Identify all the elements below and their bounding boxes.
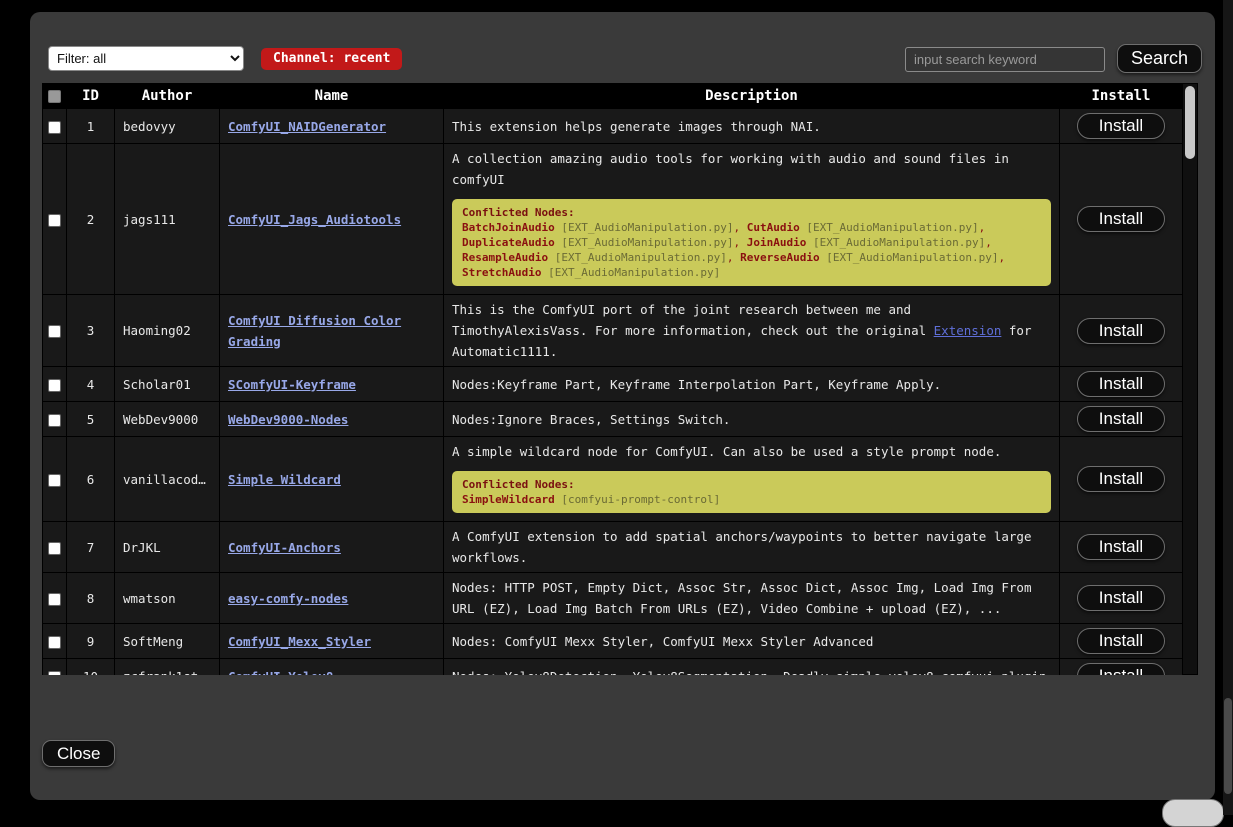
header-id: ID — [67, 84, 115, 109]
row-description: This is the ComfyUI port of the joint re… — [444, 295, 1060, 367]
conflict-warning: Conflicted Nodes:SimpleWildcard [comfyui… — [452, 471, 1051, 513]
row-description: Nodes: HTTP POST, Empty Dict, Assoc Str,… — [444, 573, 1060, 624]
table-row: 3 Haoming02 ComfyUI Diffusion Color Grad… — [43, 295, 1183, 367]
table-row: 8 wmatson easy-comfy-nodes Nodes: HTTP P… — [43, 573, 1183, 624]
background-partial-button — [1162, 799, 1224, 827]
row-description: Nodes: Yolov8Detection, Yolov8Segmentati… — [444, 659, 1060, 676]
install-button[interactable]: Install — [1077, 466, 1165, 492]
table-header-row: ID Author Name Description Install — [43, 84, 1183, 109]
row-id: 7 — [67, 522, 115, 573]
table-row: 4 Scholar01 SComfyUI-Keyframe Nodes:Keyf… — [43, 367, 1183, 402]
table-row: 7 DrJKL ComfyUI-Anchors A ComfyUI extens… — [43, 522, 1183, 573]
row-id: 8 — [67, 573, 115, 624]
row-author: zcfrank1st — [115, 659, 220, 676]
row-description: Nodes:Ignore Braces, Settings Switch. — [444, 402, 1060, 437]
row-author: Scholar01 — [115, 367, 220, 402]
table-row: 6 vanillacode314 Simple Wildcard A simpl… — [43, 437, 1183, 522]
row-checkbox[interactable] — [48, 379, 61, 392]
table-scrollbar[interactable] — [1182, 83, 1198, 675]
install-button[interactable]: Install — [1077, 534, 1165, 560]
row-id: 4 — [67, 367, 115, 402]
row-id: 2 — [67, 144, 115, 295]
table-row: 5 WebDev9000 WebDev9000-Nodes Nodes:Igno… — [43, 402, 1183, 437]
row-checkbox[interactable] — [48, 214, 61, 227]
row-description: Nodes:Keyframe Part, Keyframe Interpolat… — [444, 367, 1060, 402]
header-author: Author — [115, 84, 220, 109]
row-checkbox[interactable] — [48, 121, 61, 134]
node-name-link[interactable]: ComfyUI Yolov8 — [228, 669, 333, 676]
row-author: wmatson — [115, 573, 220, 624]
row-id: 5 — [67, 402, 115, 437]
row-description: This extension helps generate images thr… — [444, 109, 1060, 144]
close-button[interactable]: Close — [42, 740, 115, 767]
header-install: Install — [1060, 84, 1183, 109]
description-link[interactable]: Extension — [934, 323, 1002, 338]
filter-select[interactable]: Filter: all — [48, 46, 244, 71]
row-checkbox[interactable] — [48, 671, 61, 676]
channel-badge: Channel: recent — [261, 48, 402, 70]
node-name-link[interactable]: ComfyUI_Mexx_Styler — [228, 634, 371, 649]
row-checkbox[interactable] — [48, 325, 61, 338]
nodes-table: ID Author Name Description Install 1 bed… — [42, 83, 1198, 675]
install-button[interactable]: Install — [1077, 406, 1165, 432]
search-input[interactable] — [905, 47, 1105, 72]
install-button[interactable]: Install — [1077, 113, 1165, 139]
table-scrollbar-thumb[interactable] — [1185, 86, 1195, 159]
node-name-link[interactable]: ComfyUI-Anchors — [228, 540, 341, 555]
page-scrollbar[interactable] — [1223, 0, 1233, 815]
install-button[interactable]: Install — [1077, 371, 1165, 397]
header-checkbox-cell — [43, 84, 67, 109]
row-id: 1 — [67, 109, 115, 144]
install-button[interactable]: Install — [1077, 663, 1165, 675]
row-description: A collection amazing audio tools for wor… — [444, 144, 1060, 295]
row-checkbox[interactable] — [48, 414, 61, 427]
install-button[interactable]: Install — [1077, 628, 1165, 654]
table-row: 1 bedovyy ComfyUI_NAIDGenerator This ext… — [43, 109, 1183, 144]
row-id: 10 — [67, 659, 115, 676]
row-checkbox[interactable] — [48, 636, 61, 649]
install-button[interactable]: Install — [1077, 206, 1165, 232]
row-id: 6 — [67, 437, 115, 522]
row-id: 3 — [67, 295, 115, 367]
row-author: DrJKL — [115, 522, 220, 573]
row-id: 9 — [67, 624, 115, 659]
node-name-link[interactable]: ComfyUI_NAIDGenerator — [228, 119, 386, 134]
install-button[interactable]: Install — [1077, 585, 1165, 611]
row-author: Haoming02 — [115, 295, 220, 367]
row-checkbox[interactable] — [48, 593, 61, 606]
row-description: A simple wildcard node for ComfyUI. Can … — [444, 437, 1060, 522]
row-author: bedovyy — [115, 109, 220, 144]
table-row: 9 SoftMeng ComfyUI_Mexx_Styler Nodes: Co… — [43, 624, 1183, 659]
row-author: jags111 — [115, 144, 220, 295]
row-author: SoftMeng — [115, 624, 220, 659]
node-name-link[interactable]: Simple Wildcard — [228, 472, 341, 487]
node-name-link[interactable]: ComfyUI Diffusion Color Grading — [228, 313, 401, 349]
node-name-link[interactable]: easy-comfy-nodes — [228, 591, 348, 606]
install-button[interactable]: Install — [1077, 318, 1165, 344]
header-name: Name — [220, 84, 444, 109]
node-name-link[interactable]: WebDev9000-Nodes — [228, 412, 348, 427]
row-description: A ComfyUI extension to add spatial ancho… — [444, 522, 1060, 573]
nodes-table-body: 1 bedovyy ComfyUI_NAIDGenerator This ext… — [43, 109, 1183, 676]
row-author: vanillacode314 — [115, 437, 220, 522]
node-name-link[interactable]: ComfyUI_Jags_Audiotools — [228, 212, 401, 227]
row-description: Nodes: ComfyUI Mexx Styler, ComfyUI Mexx… — [444, 624, 1060, 659]
select-all-checkbox[interactable] — [48, 90, 61, 103]
page-scrollbar-thumb[interactable] — [1224, 698, 1232, 794]
search-button[interactable]: Search — [1117, 44, 1202, 73]
row-checkbox[interactable] — [48, 542, 61, 555]
install-custom-nodes-dialog: Filter: all Channel: recent Search ID Au… — [30, 12, 1215, 800]
row-checkbox[interactable] — [48, 474, 61, 487]
header-description: Description — [444, 84, 1060, 109]
row-author: WebDev9000 — [115, 402, 220, 437]
table-row: 10 zcfrank1st ComfyUI Yolov8 Nodes: Yolo… — [43, 659, 1183, 676]
conflict-warning: Conflicted Nodes:BatchJoinAudio [EXT_Aud… — [452, 199, 1051, 286]
table-row: 2 jags111 ComfyUI_Jags_Audiotools A coll… — [43, 144, 1183, 295]
node-name-link[interactable]: SComfyUI-Keyframe — [228, 377, 356, 392]
